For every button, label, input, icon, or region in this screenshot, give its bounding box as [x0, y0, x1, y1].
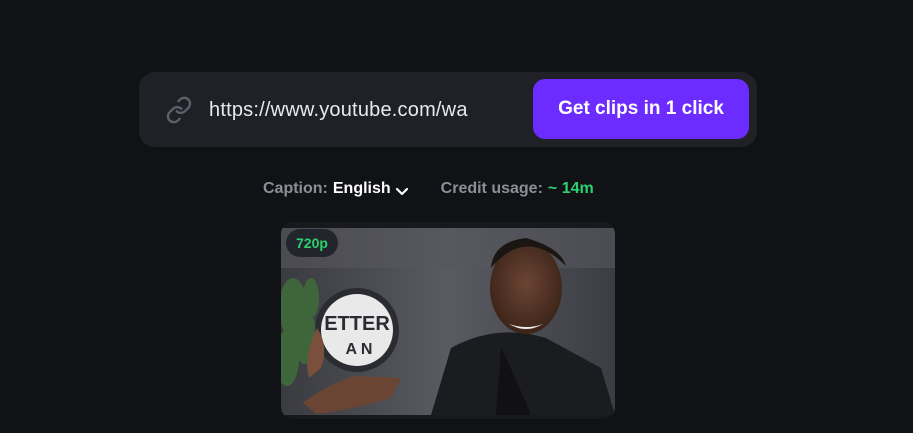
caption-language-value: English [332, 180, 391, 197]
page: Get clips in 1 click Caption: English Cr… [0, 0, 913, 433]
svg-text:A N: A N [346, 341, 373, 358]
credit-usage: Credit usage: ~ 14m [441, 180, 594, 198]
video-thumbnail-image: ETTER A N [281, 228, 615, 415]
video-url-input[interactable] [209, 92, 515, 128]
caption-language-select[interactable]: Caption: English [263, 180, 409, 198]
link-icon [165, 96, 193, 124]
svg-text:ETTER: ETTER [324, 313, 390, 335]
get-clips-button[interactable]: Get clips in 1 click [533, 79, 749, 139]
caption-label: Caption: [263, 180, 328, 197]
resolution-badge: 720p [286, 229, 338, 257]
options-row: Caption: English Credit usage: ~ 14m [263, 178, 594, 200]
credit-usage-label: Credit usage: [440, 180, 543, 197]
credit-usage-value: ~ 14m [547, 180, 594, 197]
chevron-down-icon [395, 184, 409, 196]
